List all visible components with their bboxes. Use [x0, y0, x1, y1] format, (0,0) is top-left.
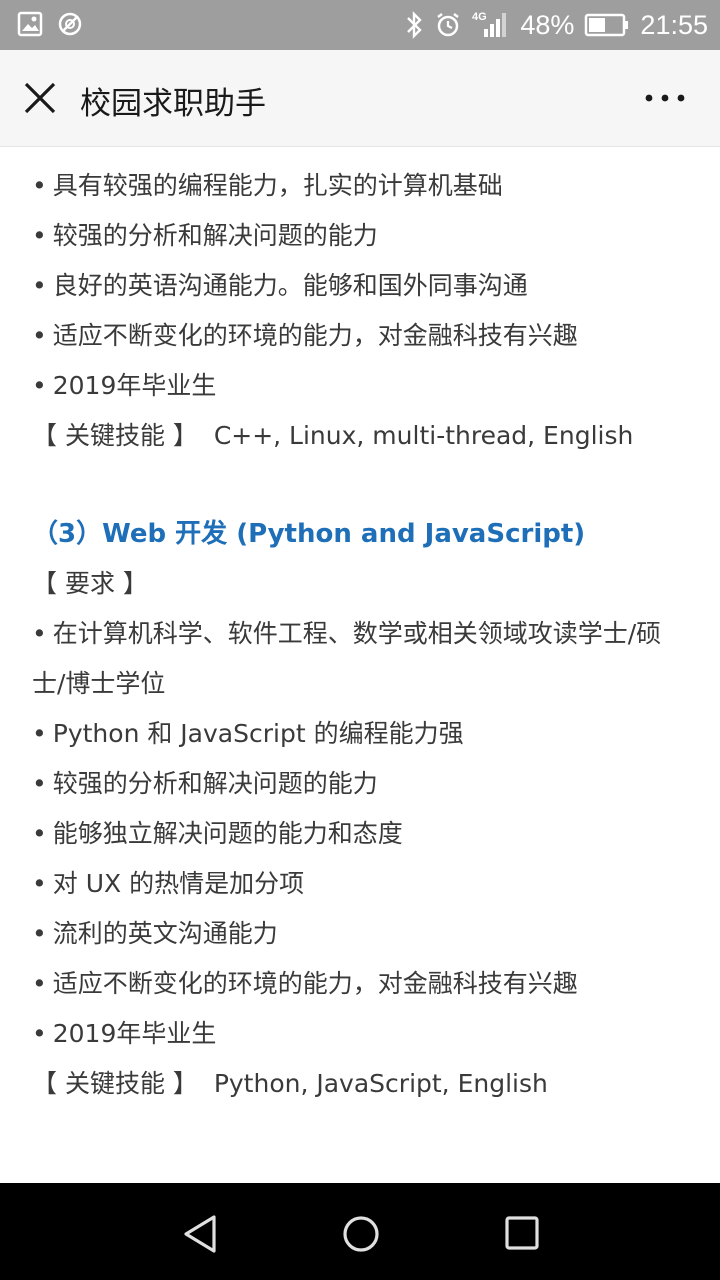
- back-icon: [184, 1215, 216, 1253]
- status-bar: 4G 48% 21:55: [0, 0, 720, 50]
- close-button[interactable]: [22, 80, 58, 116]
- app-title: 校园求职助手: [80, 86, 266, 122]
- home-icon: [343, 1216, 379, 1252]
- signal-icon: 4G: [472, 9, 510, 41]
- key-skills: 【 关键技能 】 Python, JavaScript, English: [32, 1069, 548, 1098]
- list-item: • Python 和 JavaScript 的编程能力强: [32, 719, 464, 748]
- no-disturb-icon: [56, 10, 84, 38]
- recents-icon: [505, 1216, 539, 1250]
- list-item: • 适应不断变化的环境的能力，对金融科技有兴趣: [32, 969, 578, 998]
- image-icon: [16, 10, 44, 38]
- list-item: • 2019年毕业生: [32, 1019, 217, 1048]
- battery-percent: 48%: [520, 9, 575, 40]
- requirements-label: 【 要求 】: [32, 569, 148, 598]
- list-item: • 2019年毕业生: [32, 371, 217, 400]
- navigation-bar: [0, 1183, 720, 1280]
- article-content: • 具有较强的编程能力，扎实的计算机基础 • 较强的分析和解决问题的能力 • 良好的英…: [0, 147, 720, 1183]
- list-item: • 具有较强的编程能力，扎实的计算机基础: [32, 171, 503, 200]
- close-icon: [24, 82, 56, 114]
- section-title: （3）Web 开发 (Python and JavaScript): [32, 519, 586, 549]
- list-item: • 较强的分析和解决问题的能力: [32, 769, 378, 798]
- back-button[interactable]: [180, 1213, 222, 1259]
- list-item: • 流利的英文沟通能力: [32, 919, 278, 948]
- status-right: 4G 48% 21:55: [404, 0, 708, 50]
- list-item: • 能够独立解决问题的能力和态度: [32, 819, 403, 848]
- svg-text:4G: 4G: [472, 11, 487, 23]
- key-skills: 【 关键技能 】 C++, Linux, multi-thread, Engli…: [32, 421, 634, 450]
- more-button[interactable]: [640, 84, 690, 112]
- list-item: • 在计算机科学、软件工程、数学或相关领域攻读学士/硕士/博士学位: [32, 619, 662, 698]
- battery-icon: [584, 12, 630, 38]
- more-icon: [645, 94, 685, 102]
- clock: 21:55: [640, 9, 708, 40]
- list-item: • 适应不断变化的环境的能力，对金融科技有兴趣: [32, 321, 578, 350]
- status-left: [16, 10, 84, 38]
- app-bar: 校园求职助手: [0, 50, 720, 147]
- alarm-icon: [434, 11, 462, 39]
- list-item: • 良好的英语沟通能力。能够和国外同事沟通: [32, 271, 528, 300]
- home-button[interactable]: [340, 1213, 382, 1259]
- recents-button[interactable]: [502, 1213, 542, 1257]
- list-item: • 对 UX 的热情是加分项: [32, 869, 305, 898]
- article-lines: • 具有较强的编程能力，扎实的计算机基础 • 较强的分析和解决问题的能力 • 良好的英…: [32, 161, 692, 1109]
- bluetooth-icon: [404, 10, 424, 40]
- list-item: • 较强的分析和解决问题的能力: [32, 221, 378, 250]
